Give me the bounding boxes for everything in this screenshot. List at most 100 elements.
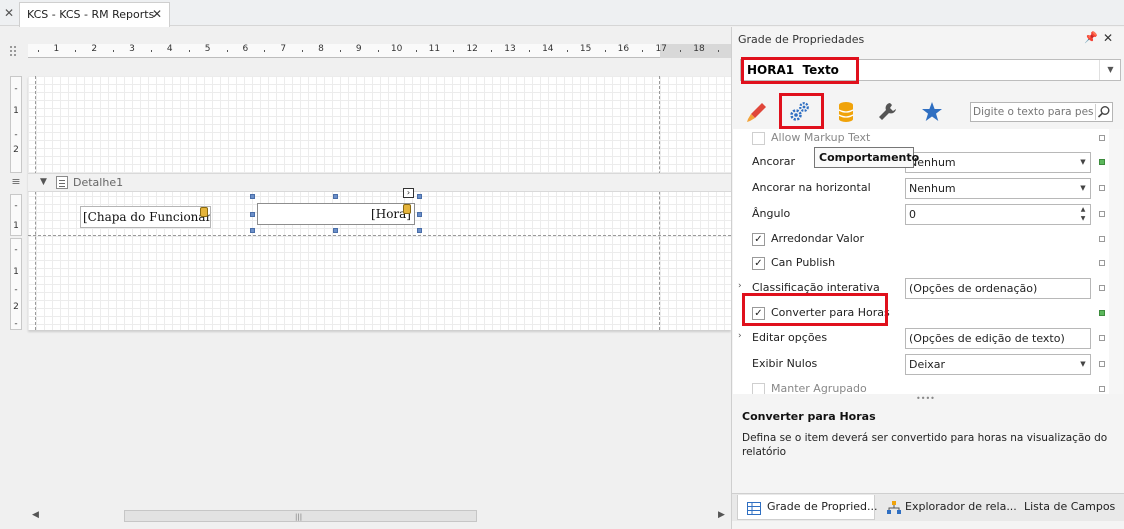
row-ancorar-horizontal[interactable]: Ancorar na horizontal Nenhum ▼ xyxy=(733,176,1109,201)
dropdown-icon[interactable]: ▼ xyxy=(1076,153,1090,172)
checkbox-icon[interactable]: ✓ xyxy=(752,257,765,270)
tab-property-grid[interactable]: Grade de Propried... xyxy=(737,495,878,520)
scroll-left-icon[interactable]: ◀ xyxy=(32,510,39,520)
ruler-tick xyxy=(453,50,455,52)
field-hours[interactable]: [Hora] xyxy=(257,203,415,225)
expand-icon[interactable]: › xyxy=(738,281,742,291)
wrench-icon[interactable] xyxy=(875,99,901,125)
close-icon[interactable]: ✕ xyxy=(152,7,162,21)
collapse-arrow-icon[interactable]: ▼ xyxy=(40,177,47,187)
ruler-corner xyxy=(10,44,20,58)
row-value: 0 xyxy=(909,208,916,221)
row-label: Ângulo xyxy=(752,207,791,220)
ancorar-select[interactable]: Nenhum ▼ xyxy=(905,152,1091,173)
checkbox-icon[interactable] xyxy=(752,132,765,145)
ruler-number: 10 xyxy=(390,44,403,54)
editar-value[interactable]: (Opções de edição de texto) xyxy=(905,328,1091,349)
exibir-nulos-select[interactable]: Deixar ▼ xyxy=(905,354,1091,375)
tooltip: Comportamento xyxy=(814,147,919,168)
ruler-number: 12 xyxy=(466,44,478,54)
ruler-number: 1 xyxy=(13,221,19,231)
pin-icon[interactable]: 📌 xyxy=(1084,31,1098,44)
scroll-right-icon[interactable]: ▶ xyxy=(718,510,725,520)
close-icon[interactable]: ✕ xyxy=(1103,31,1113,45)
property-grid-scrollbar[interactable] xyxy=(1109,129,1123,394)
ruler-tick xyxy=(264,50,266,52)
ruler-number: 1 xyxy=(13,106,19,116)
vertical-ruler-detail: -1 xyxy=(10,194,22,236)
ruler-tick xyxy=(717,50,719,52)
detail-band-header[interactable]: ▼ Detalhe1 xyxy=(28,173,731,192)
ruler-number: - xyxy=(14,245,18,255)
ruler-number: 16 xyxy=(617,44,630,54)
ruler-tick xyxy=(528,50,530,52)
document-tab-strip: ✕ KCS - KCS - RM Reports ✕ xyxy=(0,0,1124,27)
horizontal-scrollbar[interactable]: ◀ ||| ▶ xyxy=(28,508,731,525)
resize-handle[interactable] xyxy=(417,212,422,217)
dropdown-icon[interactable]: ▼ xyxy=(1076,179,1090,198)
field-employee-id[interactable]: [Chapa do Funcionário] xyxy=(80,206,211,228)
scroll-thumb[interactable]: ||| xyxy=(124,510,477,522)
row-value: Nenhum xyxy=(909,182,956,195)
search-icon[interactable] xyxy=(1095,104,1111,120)
checkbox-icon[interactable]: ✓ xyxy=(752,233,765,246)
ruler-number: 1 xyxy=(53,44,60,54)
field-tag-icon xyxy=(200,207,208,217)
resize-handle[interactable] xyxy=(250,194,255,199)
grip-icon: ||| xyxy=(295,513,303,521)
document-tab-label: KCS - KCS - RM Reports xyxy=(27,8,155,21)
ruler-tick xyxy=(113,50,115,52)
star-icon[interactable] xyxy=(919,99,945,125)
ruler-tick xyxy=(377,50,379,52)
ruler-number: 1 xyxy=(13,267,19,277)
row-arredondar[interactable]: ✓ Arredondar Valor xyxy=(733,227,1109,252)
spin-icon[interactable]: ▲ ▼ xyxy=(1076,205,1090,224)
ruler-number: 17 xyxy=(655,44,667,54)
close-all-icon[interactable]: ✕ xyxy=(3,7,15,19)
row-manter[interactable]: Manter Agrupado xyxy=(733,377,1109,394)
row-can-publish[interactable]: ✓ Can Publish xyxy=(733,251,1109,276)
checkbox-icon[interactable] xyxy=(752,383,765,394)
property-search[interactable] xyxy=(970,102,1113,122)
properties-panel: Grade de Propriedades 📌 ✕ HORA1 Texto ▼ xyxy=(731,27,1124,529)
row-angulo[interactable]: Ângulo 0 ▲ ▼ xyxy=(733,202,1109,227)
resize-handle[interactable] xyxy=(417,228,422,233)
document-tab[interactable]: KCS - KCS - RM Reports ✕ xyxy=(19,2,170,27)
ruler-number: - xyxy=(14,285,18,295)
explorer-icon xyxy=(887,500,901,514)
dropdown-icon[interactable]: ▼ xyxy=(1076,355,1090,374)
resize-handle[interactable] xyxy=(417,194,422,199)
database-icon[interactable] xyxy=(833,99,859,125)
row-editar[interactable]: › Editar opções (Opções de edição de tex… xyxy=(733,326,1109,351)
resize-handle[interactable] xyxy=(333,194,338,199)
ruler-tick xyxy=(642,50,644,52)
expand-icon[interactable]: › xyxy=(738,331,742,341)
report-page[interactable]: ▼ Detalhe1 [Chapa do Funcionário] [Hora]… xyxy=(28,76,731,330)
ruler-tick xyxy=(302,50,304,52)
ruler-number: 2 xyxy=(13,145,19,155)
default-marker xyxy=(1099,285,1105,291)
ruler-tick xyxy=(339,50,341,52)
row-allow-markup[interactable]: Allow Markup Text xyxy=(733,129,1109,151)
resize-handle[interactable] xyxy=(333,228,338,233)
ruler-number: 14 xyxy=(542,44,554,54)
tab-report-explorer[interactable]: Explorador de rela... xyxy=(881,495,1017,520)
search-input[interactable] xyxy=(973,104,1093,120)
angulo-stepper[interactable]: 0 ▲ ▼ xyxy=(905,204,1091,225)
tab-field-list[interactable]: Lista de Campos xyxy=(1024,495,1115,520)
splitter-grip[interactable]: •••• xyxy=(916,394,935,403)
band-bottom-line xyxy=(28,235,731,236)
row-exibir-nulos[interactable]: Exibir Nulos Deixar ▼ xyxy=(733,352,1109,377)
brush-icon[interactable] xyxy=(744,99,770,125)
row-value: Deixar xyxy=(909,358,946,371)
resize-handle[interactable] xyxy=(250,212,255,217)
ancorar-horizontal-select[interactable]: Nenhum ▼ xyxy=(905,178,1091,199)
resize-handle[interactable] xyxy=(250,228,255,233)
band-handle-icon[interactable]: ≡ xyxy=(10,176,22,188)
row-label: Exibir Nulos xyxy=(752,357,818,370)
row-ancorar[interactable]: Ancorar Nenhum ▼ xyxy=(733,150,1109,175)
smart-tag-icon[interactable]: › xyxy=(403,188,414,198)
classificacao-value[interactable]: (Opções de ordenação) xyxy=(905,278,1091,299)
ruler-number: - xyxy=(14,84,18,94)
dropdown-icon[interactable]: ▼ xyxy=(1099,60,1121,80)
